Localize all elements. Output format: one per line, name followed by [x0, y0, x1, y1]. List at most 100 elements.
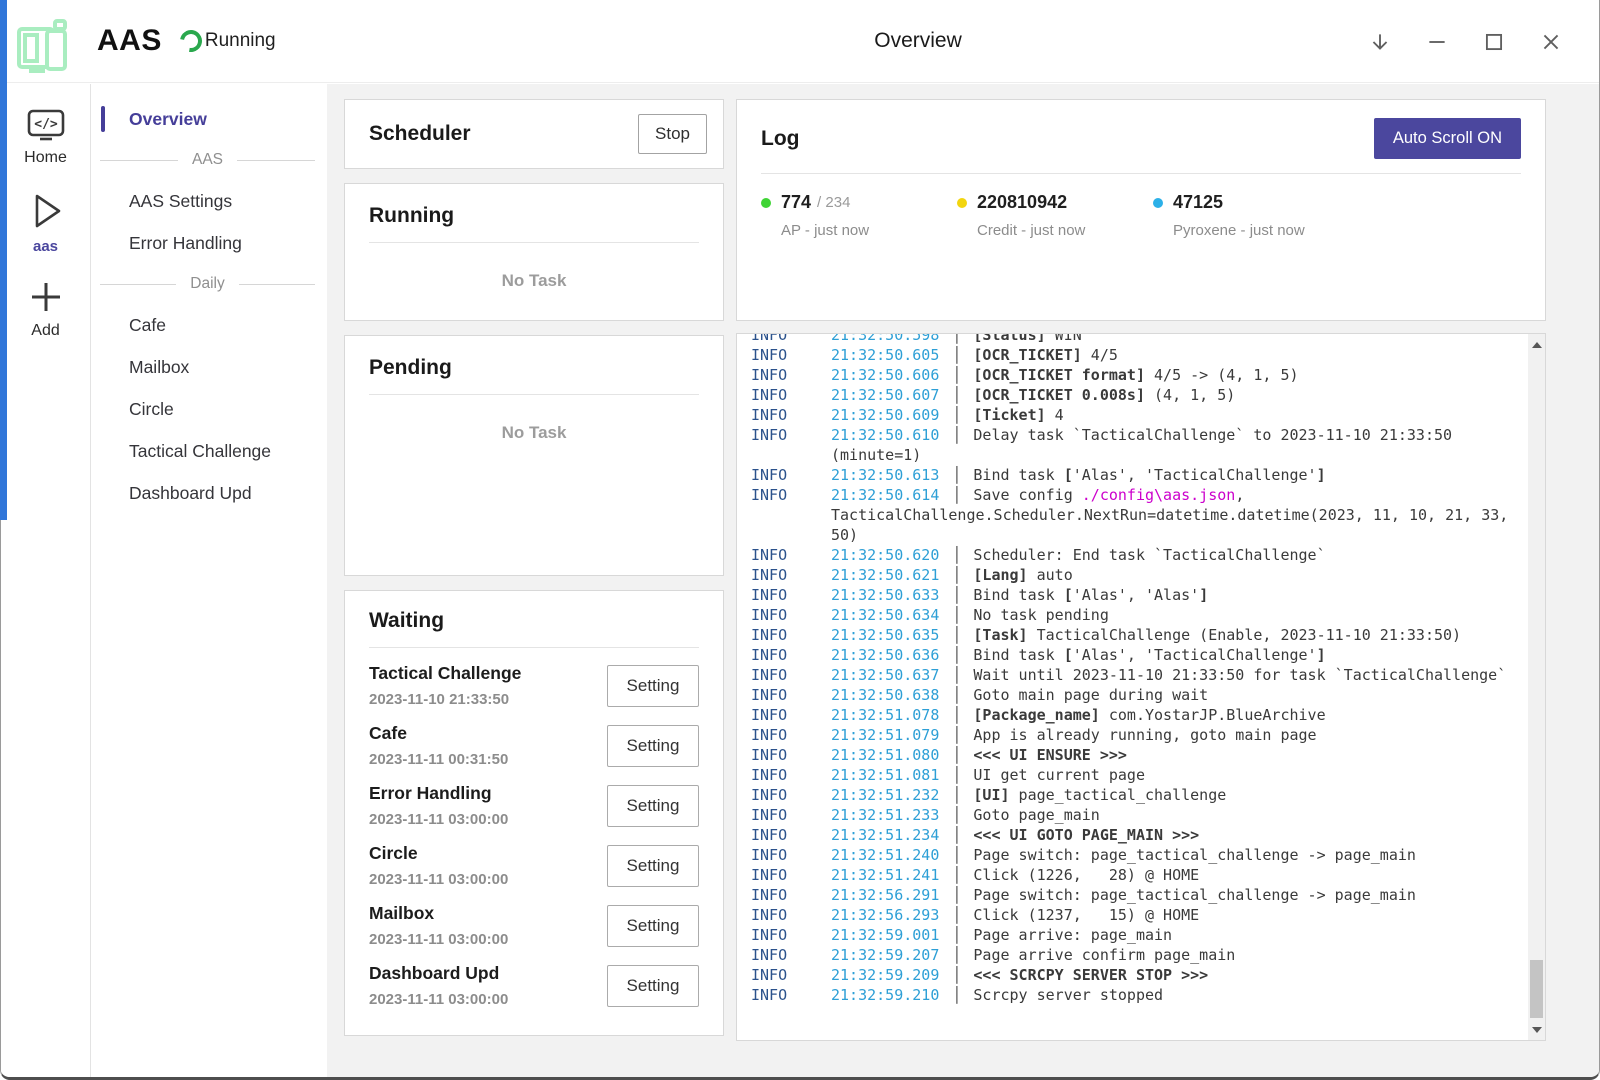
log-timestamp: 21:32:50.621 — [831, 566, 939, 584]
waiting-task-name: Tactical Challenge — [369, 663, 521, 684]
log-line: INFO21:32:50.613│Bind task ['Alas', 'Tac… — [751, 465, 1515, 485]
log-message-segment: 'Alas', 'Alas' — [1073, 586, 1199, 604]
waiting-task-info: Error Handling2023-11-11 03:00:00 — [369, 783, 508, 828]
scrollbar-thumb[interactable] — [1530, 960, 1543, 1018]
log-timestamp: 21:32:50.636 — [831, 646, 939, 664]
log-message-segment: Scheduler: End task `TacticalChallenge` — [973, 546, 1325, 564]
log-separator: │ — [939, 786, 973, 804]
log-timestamp: 21:32:56.293 — [831, 906, 939, 924]
log-separator: │ — [939, 346, 973, 364]
sidebar-item-overview[interactable]: Overview — [92, 98, 327, 140]
log-timestamp: 21:32:50.614 — [831, 486, 939, 504]
main-content: Scheduler Stop Running No Task Pending N… — [327, 84, 1599, 1077]
rail-item-home[interactable]: </> Home — [1, 96, 90, 177]
stop-button[interactable]: Stop — [638, 114, 707, 154]
dashboard-stat-ap: 774/ 234AP - just now — [761, 192, 957, 239]
waiting-task-name: Dashboard Upd — [369, 963, 508, 984]
rail-item-add[interactable]: Add — [1, 265, 90, 350]
setting-button[interactable]: Setting — [607, 785, 699, 827]
log-separator: │ — [939, 666, 973, 684]
play-icon — [24, 189, 68, 233]
divider-line — [237, 160, 315, 161]
sidebar-item-aas-settings[interactable]: AAS Settings — [92, 180, 327, 222]
waiting-task-list: Tactical Challenge2023-11-10 21:33:50Set… — [369, 663, 699, 1008]
sidebar-item-dashboard-upd[interactable]: Dashboard Upd — [92, 472, 327, 514]
log-console[interactable]: INFO21:32:50.598│[Status] WININFO21:32:5… — [736, 333, 1546, 1041]
log-separator: │ — [939, 566, 973, 584]
log-line: INFO21:32:50.610│Delay task `TacticalCha… — [751, 425, 1515, 465]
log-line: INFO21:32:50.638│Goto main page during w… — [751, 685, 1515, 705]
log-timestamp: 21:32:50.598 — [831, 333, 939, 344]
plus-icon — [26, 277, 66, 317]
log-level: INFO — [751, 465, 831, 485]
waiting-task-info: Mailbox2023-11-11 03:00:00 — [369, 903, 508, 948]
rail-item-aas[interactable]: aas — [1, 177, 90, 265]
setting-button[interactable]: Setting — [607, 845, 699, 887]
waiting-task-name: Cafe — [369, 723, 508, 744]
log-line: INFO21:32:59.207│Page arrive confirm pag… — [751, 945, 1515, 965]
log-message-segment: TacticalChallenge (Enable, 2023-11-10 21… — [1028, 626, 1461, 644]
log-line: INFO21:32:50.635│[Task] TacticalChalleng… — [751, 625, 1515, 645]
sidebar-section-divider: Daily — [92, 264, 327, 304]
log-message-segment: 4/5 — [1082, 346, 1118, 364]
app-title: AAS — [97, 24, 162, 58]
auto-scroll-button[interactable]: Auto Scroll ON — [1374, 118, 1521, 159]
log-level: INFO — [751, 925, 831, 945]
log-message-segment: Page arrive confirm page_main — [973, 946, 1235, 964]
log-separator: │ — [939, 766, 973, 784]
sidebar-item-cafe[interactable]: Cafe — [92, 304, 327, 346]
waiting-task-name: Circle — [369, 843, 508, 864]
minimize-icon — [1425, 30, 1449, 54]
close-button[interactable] — [1539, 30, 1563, 54]
pending-empty-text: No Task — [369, 423, 699, 443]
log-separator: │ — [939, 426, 973, 444]
log-line: INFO21:32:51.079│App is already running,… — [751, 725, 1515, 745]
log-timestamp: 21:32:51.080 — [831, 746, 939, 764]
setting-button[interactable]: Setting — [607, 665, 699, 707]
log-separator: │ — [939, 706, 973, 724]
log-message-segment: ] — [1317, 646, 1326, 664]
setting-button[interactable]: Setting — [607, 905, 699, 947]
sidebar-item-error-handling[interactable]: Error Handling — [92, 222, 327, 264]
log-message-segment: Goto main page during wait — [973, 686, 1208, 704]
log-message-segment: com.YostarJP.BlueArchive — [1100, 706, 1326, 724]
log-line: INFO21:32:59.001│Page arrive: page_main — [751, 925, 1515, 945]
sidebar-item-label: Error Handling — [129, 233, 242, 254]
setting-button[interactable]: Setting — [607, 965, 699, 1007]
update-button[interactable] — [1368, 30, 1392, 54]
log-timestamp: 21:32:50.638 — [831, 686, 939, 704]
log-line: INFO21:32:51.233│Goto page_main — [751, 805, 1515, 825]
scroll-down-button[interactable] — [1528, 1021, 1545, 1038]
log-message-segment: Page arrive: page_main — [973, 926, 1172, 944]
log-lines: INFO21:32:50.598│[Status] WININFO21:32:5… — [737, 333, 1545, 1005]
scroll-up-button[interactable] — [1528, 336, 1545, 353]
log-message-segment: Bind task — [973, 466, 1063, 484]
log-level: INFO — [751, 805, 831, 825]
log-separator: │ — [939, 986, 973, 1004]
sidebar-item-circle[interactable]: Circle — [92, 388, 327, 430]
sidebar-item-tactical-challenge[interactable]: Tactical Challenge — [92, 430, 327, 472]
log-message-segment: [OCR_TICKET] — [973, 346, 1081, 364]
log-timestamp: 21:32:50.637 — [831, 666, 939, 684]
log-line: INFO21:32:50.637│Wait until 2023-11-10 2… — [751, 665, 1515, 685]
setting-button[interactable]: Setting — [607, 725, 699, 767]
log-column: Log Auto Scroll ON 774/ 234AP - just now… — [736, 99, 1546, 1041]
log-level: INFO — [751, 545, 831, 565]
log-separator: │ — [939, 466, 973, 484]
triangle-up-icon — [1532, 342, 1542, 348]
log-scrollbar[interactable] — [1528, 334, 1545, 1040]
maximize-button[interactable] — [1482, 30, 1506, 54]
log-separator: │ — [939, 686, 973, 704]
waiting-task-info: Cafe2023-11-11 00:31:50 — [369, 723, 508, 768]
log-line: INFO21:32:50.609│[Ticket] 4 — [751, 405, 1515, 425]
sidebar-item-mailbox[interactable]: Mailbox — [92, 346, 327, 388]
divider — [369, 394, 699, 395]
minimize-button[interactable] — [1425, 30, 1449, 54]
log-message-segment: Click (1226, 28) @ HOME — [973, 866, 1199, 884]
log-message-segment: 4/5 -> (4, 1, 5) — [1145, 366, 1299, 384]
waiting-task-time: 2023-11-11 03:00:00 — [369, 811, 508, 828]
log-message-segment: 4 — [1046, 406, 1064, 424]
log-message-segment: 'Alas', 'TacticalChallenge' — [1073, 646, 1317, 664]
log-message-segment: [OCR_TICKET format] — [973, 366, 1145, 384]
log-header: Log Auto Scroll ON — [761, 118, 1521, 159]
